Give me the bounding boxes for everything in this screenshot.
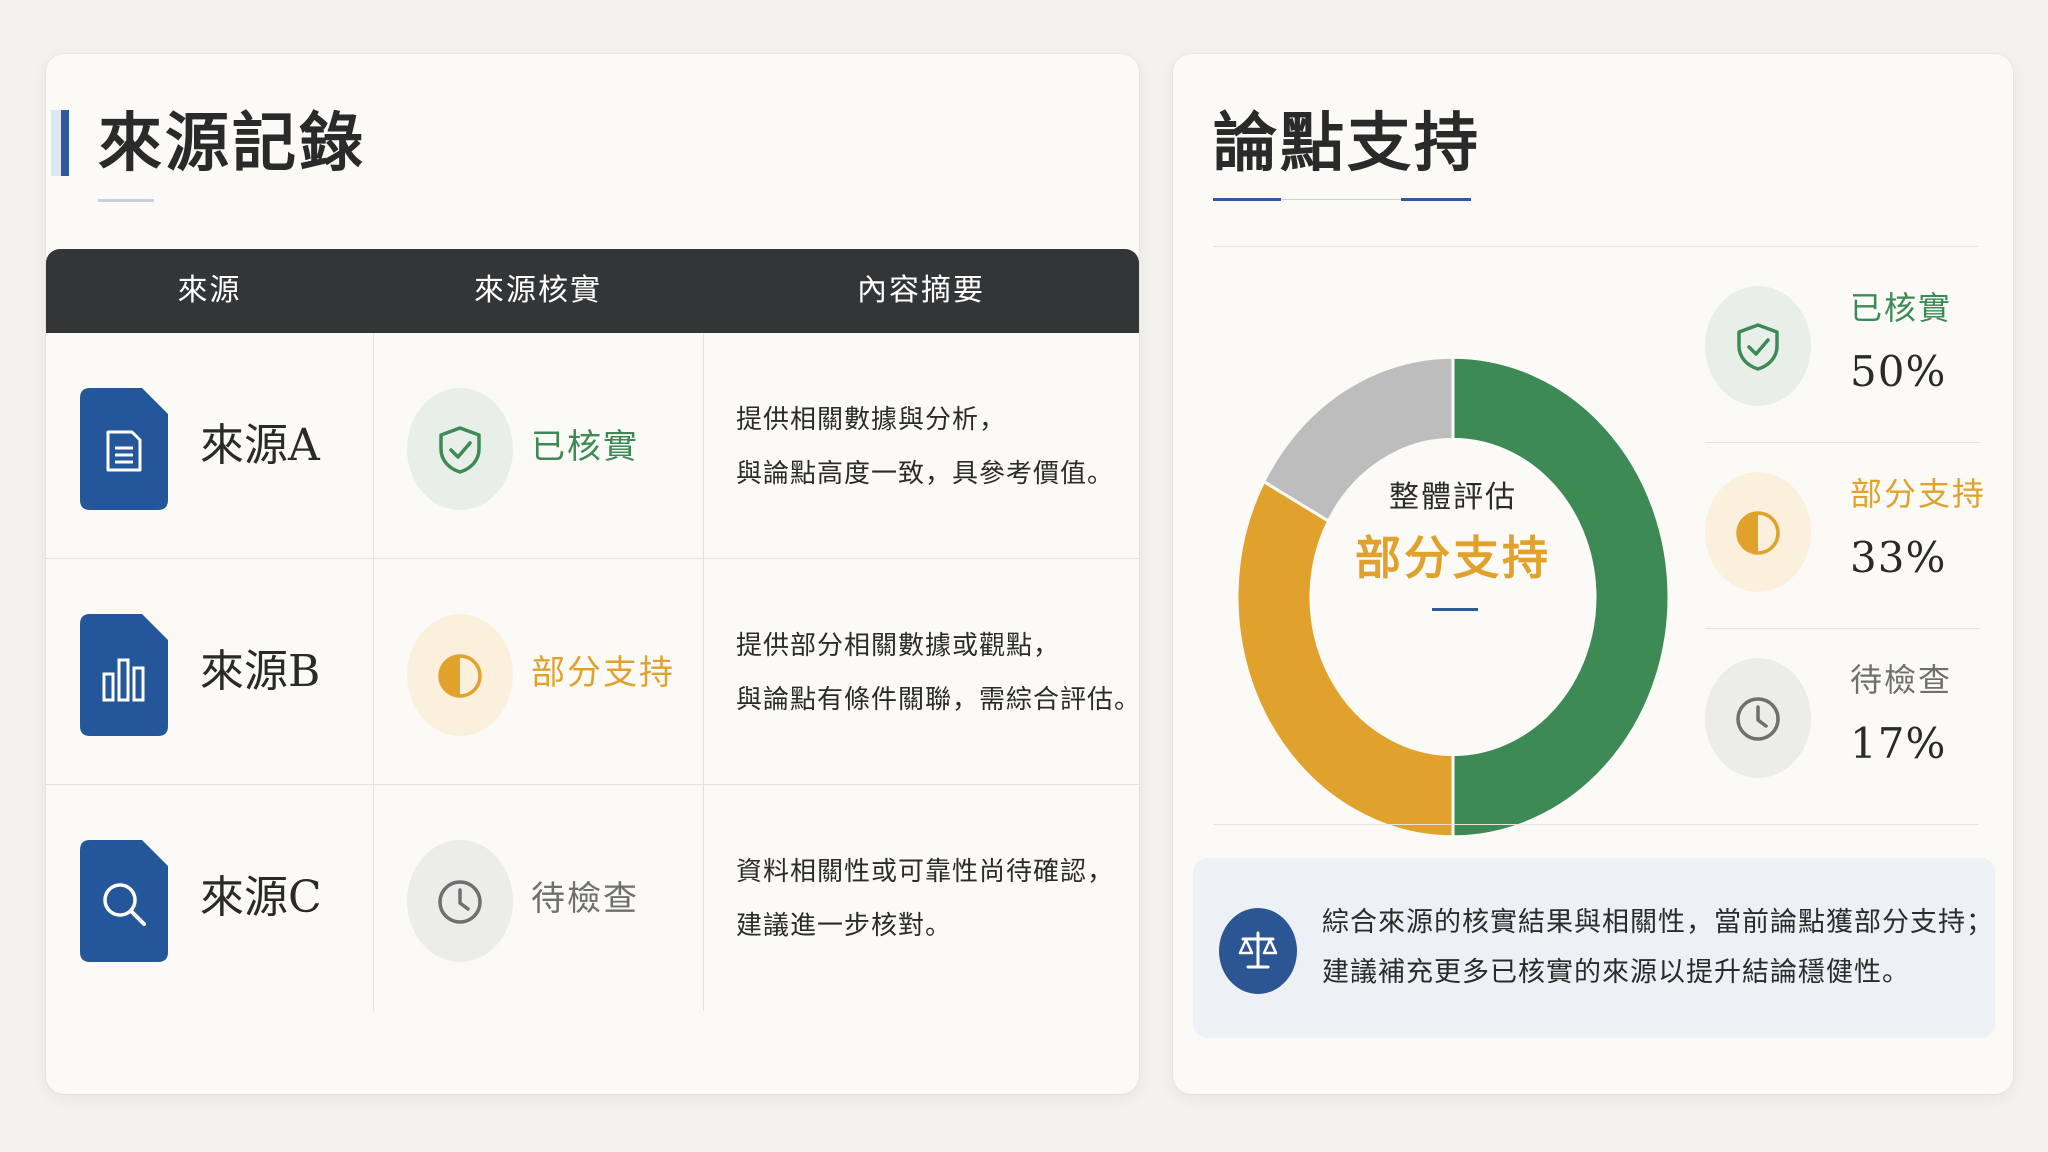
clock-icon: [438, 880, 482, 924]
legend-label: 待檢查: [1850, 661, 1953, 699]
status-badge: [407, 388, 513, 510]
table-row[interactable]: 來源C 待檢查 資料相關性或可靠性尚待確認， 建議進一步核對。: [46, 785, 1139, 1011]
status-badge: [407, 840, 513, 962]
legend-item-verified: 已核實 50%: [1705, 246, 2005, 426]
summary-line: 建議進一步核對。: [736, 911, 953, 941]
shield-check-icon: [1737, 323, 1779, 371]
legend-label: 部分支持: [1850, 475, 1987, 513]
title-underline: [98, 199, 154, 202]
column-header-verification: 來源核實: [474, 273, 602, 308]
source-records-panel: 來源記錄 來源 來源核實 內容摘要 來源A 已核實 提供相關數據與分析， 與論點…: [46, 54, 1139, 1094]
summary-line: 與論點有條件關聯，需綜合評估。: [736, 685, 1139, 715]
conclusion-text: 綜合來源的核實結果與相關性，當前論點獲部分支持； 建議補充更多已核實的來源以提升…: [1322, 898, 1994, 998]
status-text: 部分支持: [531, 653, 675, 693]
column-header-source: 來源: [177, 273, 242, 308]
legend-percent: 17%: [1850, 719, 1947, 768]
summary-line: 提供部分相關數據或觀點，: [736, 631, 1061, 661]
source-name: 來源C: [200, 872, 322, 923]
summary-line: 與論點高度一致，具參考價值。: [736, 459, 1115, 489]
title-accent-bar: [51, 110, 69, 176]
conclusion-line: 綜合來源的核實結果與相關性，當前論點獲部分支持；: [1322, 907, 1994, 938]
argument-support-panel: 論點支持 整體評估 部分支持 已核實 50% 部分支持 33% 待檢查 17% …: [1173, 54, 2013, 1094]
status-text: 已核實: [531, 427, 639, 467]
divider: [1213, 824, 1978, 825]
donut-center-label: 整體評估: [1389, 480, 1517, 515]
donut-center-value: 部分支持: [1355, 531, 1551, 585]
table-row[interactable]: 來源A 已核實 提供相關數據與分析， 與論點高度一致，具參考價值。: [46, 333, 1139, 559]
half-circle-icon: [1736, 511, 1780, 555]
legend-label: 已核實: [1850, 289, 1953, 327]
title-underline: [1213, 198, 1281, 201]
bar-chart-icon: [80, 614, 168, 736]
panel-title: 論點支持: [1213, 106, 1481, 181]
summary-line: 提供相關數據與分析，: [736, 405, 1007, 435]
content-summary: 資料相關性或可靠性尚待確認， 建議進一步核對。: [736, 845, 1114, 953]
panel-title: 來源記錄: [98, 106, 366, 181]
donut-center-dash: [1432, 608, 1478, 611]
title-underline: [1401, 198, 1471, 201]
donut-slice-verified: [1451, 355, 1671, 839]
legend-percent: 50%: [1850, 347, 1947, 396]
legend-item-pending: 待檢查 17%: [1705, 618, 2005, 798]
summary-line: 資料相關性或可靠性尚待確認，: [736, 857, 1115, 887]
balance-scale-icon: [1238, 931, 1278, 969]
source-name: 來源A: [200, 420, 320, 471]
document-icon: [80, 388, 168, 510]
legend-badge: [1705, 658, 1811, 778]
status-badge: [407, 614, 513, 736]
content-summary: 提供部分相關數據或觀點， 與論點有條件關聯，需綜合評估。: [736, 619, 1139, 727]
status-text: 待檢查: [531, 879, 639, 919]
half-circle-icon: [438, 654, 482, 698]
conclusion-box: 綜合來源的核實結果與相關性，當前論點獲部分支持； 建議補充更多已核實的來源以提升…: [1193, 858, 1995, 1038]
table-row[interactable]: 來源B 部分支持 提供部分相關數據或觀點， 與論點有條件關聯，需綜合評估。: [46, 559, 1139, 785]
clock-icon: [1736, 697, 1780, 741]
source-name: 來源B: [200, 646, 321, 697]
content-summary: 提供相關數據與分析， 與論點高度一致，具參考價值。: [736, 393, 1114, 501]
table-header: 來源 來源核實 內容摘要: [46, 249, 1139, 333]
legend-badge: [1705, 286, 1811, 406]
column-header-summary: 內容摘要: [857, 273, 985, 308]
legend-item-partial: 部分支持 33%: [1705, 432, 2005, 612]
search-icon: [80, 840, 168, 962]
legend-percent: 33%: [1850, 533, 1947, 582]
conclusion-line: 建議補充更多已核實的來源以提升結論穩健性。: [1322, 957, 1910, 988]
shield-check-icon: [439, 426, 481, 474]
legend-badge: [1705, 472, 1811, 592]
conclusion-badge: [1219, 908, 1297, 994]
title-underline: [1281, 199, 1401, 200]
